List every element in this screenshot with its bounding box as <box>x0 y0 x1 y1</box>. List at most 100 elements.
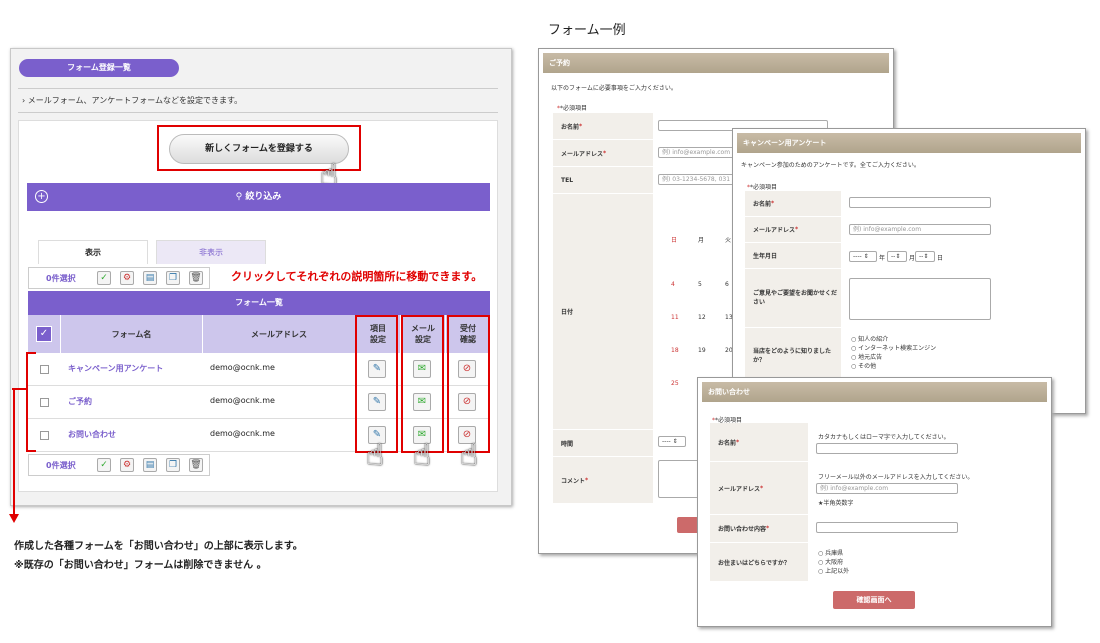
highlight-box <box>447 315 490 453</box>
pointing-hand-icon: ☝ <box>366 438 385 473</box>
panel-title-tab: フォーム登録一覧 <box>19 59 179 77</box>
check-icon[interactable]: ✓ <box>97 271 111 285</box>
year-unit: 年 <box>879 255 886 262</box>
row-checkbox[interactable] <box>40 365 49 374</box>
copy-icon[interactable]: ❐ <box>166 271 180 285</box>
reserve-time-select[interactable]: ---- ⇕ <box>658 436 686 447</box>
search-icon: ⚲ <box>235 192 243 202</box>
reserve-name-label: お名前 * <box>553 113 653 139</box>
cal-date[interactable]: 19 <box>698 347 706 354</box>
radio-option[interactable]: ○ 大阪府 <box>818 558 849 567</box>
option-label: 上記以外 <box>825 568 850 575</box>
radio-option[interactable]: ○ インターネット検索エンジン <box>851 344 936 353</box>
row-checkbox[interactable] <box>40 398 49 407</box>
reserve-required: **必須項目 <box>557 105 588 112</box>
reserve-email-input[interactable]: 例) info@example.com <box>658 147 738 158</box>
label-text: お問い合わせ内容 <box>718 526 767 533</box>
campaign-name-input[interactable] <box>849 197 991 208</box>
check-icon[interactable]: ✓ <box>97 458 111 472</box>
cal-date[interactable]: 11 <box>671 314 679 321</box>
divider <box>18 112 498 113</box>
panel-description-text: メールフォーム、アンケートフォームなどを設定できます。 <box>27 96 243 105</box>
selection-toolbar-bottom: 0件選択 ✓ ⚙ ▤ ❐ 🗑 <box>28 454 210 476</box>
row-checkbox[interactable] <box>40 431 49 440</box>
copy-icon[interactable]: ❐ <box>166 458 180 472</box>
settings-icon[interactable]: ⚙ <box>120 271 134 285</box>
cal-date[interactable]: 18 <box>671 347 679 354</box>
form-email: demo@ocnk.me <box>210 363 275 372</box>
campaign-form-window: キャンペーン用アンケート キャンペーン参加のためのアンケートです。全てご入力くだ… <box>732 128 1086 414</box>
select-all-checkbox[interactable]: ✓ <box>36 326 52 342</box>
contact-name-label: お名前 * <box>710 423 808 461</box>
trash-icon[interactable]: 🗑 <box>189 271 203 285</box>
option-label: 兵庫県 <box>825 550 844 557</box>
option-label: インターネット検索エンジン <box>858 345 937 352</box>
label-text: メールアドレス <box>718 485 761 493</box>
document-icon[interactable]: ▤ <box>143 271 157 285</box>
cal-date[interactable]: 25 <box>671 380 679 387</box>
filter-bar[interactable]: ⚲ 絞り込み <box>27 183 490 211</box>
label-text: コメント <box>561 477 586 485</box>
cal-date[interactable]: 12 <box>698 314 706 321</box>
radio-option[interactable]: ○ 兵庫県 <box>818 549 849 558</box>
reserve-tel-label: TEL <box>553 167 653 193</box>
contact-email-hint: フリーメール以外のメールアドレスを入力してください。 <box>818 474 974 481</box>
document-icon[interactable]: ▤ <box>143 458 157 472</box>
label-text: お名前 <box>561 123 580 131</box>
reserve-email-label: メールアドレス * <box>553 140 653 166</box>
form-name-link[interactable]: ご予約 <box>68 396 92 407</box>
col-form-name: フォーム名 <box>60 315 202 353</box>
tab-visible[interactable]: 表示 <box>38 240 148 264</box>
campaign-email-input[interactable]: 例) info@example.com <box>849 224 991 235</box>
trash-icon[interactable]: 🗑 <box>189 458 203 472</box>
contact-email-note: ★半角英数字 <box>818 500 854 507</box>
settings-icon[interactable]: ⚙ <box>120 458 134 472</box>
reserve-comment-label: コメント * <box>553 457 653 503</box>
radio-option[interactable]: ○ 上記以外 <box>818 567 849 576</box>
arrow-line <box>13 388 15 516</box>
cal-date[interactable]: 6 <box>725 281 729 288</box>
option-label: その他 <box>858 363 877 370</box>
radio-option[interactable]: ○ 知人の紹介 <box>851 335 936 344</box>
plus-icon[interactable]: + <box>35 190 48 203</box>
contact-content-input[interactable] <box>816 522 958 533</box>
callout-text: クリックしてそれぞれの説明箇所に移動できます。 <box>231 270 483 283</box>
form-name-link[interactable]: キャンペーン用アンケート <box>68 363 163 374</box>
contact-live-options: ○ 兵庫県 ○ 大阪府 ○ 上記以外 <box>818 549 849 576</box>
pointing-hand-icon: ☝ <box>460 438 479 473</box>
contact-content-label: お問い合わせ内容 * <box>710 515 808 542</box>
cal-day-mon: 月 <box>698 237 705 244</box>
cal-date[interactable]: 4 <box>671 281 675 288</box>
note-line-1: 作成した各種フォームを「お問い合わせ」の上部に表示します。 <box>14 541 303 552</box>
label-text: メールアドレス <box>753 227 796 234</box>
reserve-header: ご予約 <box>543 53 889 73</box>
contact-email-input[interactable]: 例) info@example.com <box>816 483 958 494</box>
select-value: ---- <box>662 438 671 445</box>
birth-month-select[interactable]: --⇕ <box>887 251 907 262</box>
radio-option[interactable]: ○ 地元広告 <box>851 353 936 362</box>
cal-date[interactable]: 5 <box>698 281 702 288</box>
examples-title: フォーム一例 <box>548 23 626 38</box>
contact-name-input[interactable] <box>816 443 958 454</box>
reserve-tel-input[interactable]: 例) 03-1234-5678, 031 <box>658 174 738 185</box>
reserve-time-label: 時間 <box>553 430 653 456</box>
birth-year-select[interactable]: ---- ⇕ <box>849 251 877 262</box>
option-label: 知人の紹介 <box>858 336 889 343</box>
tab-hidden[interactable]: 非表示 <box>156 240 266 264</box>
selected-count: 0件選択 <box>46 461 76 470</box>
campaign-email-label: メールアドレス * <box>745 217 841 242</box>
campaign-opinion-textarea[interactable] <box>849 278 991 320</box>
required-text: *必須項目 <box>750 184 778 191</box>
option-label: 地元広告 <box>858 354 883 361</box>
radio-option[interactable]: ○ その他 <box>851 362 936 371</box>
form-name-link[interactable]: お問い合わせ <box>68 429 116 440</box>
day-unit: 日 <box>937 255 944 262</box>
confirm-button[interactable]: 確認画面へ <box>833 591 915 609</box>
form-email: demo@ocnk.me <box>210 396 275 405</box>
select-value: ---- <box>853 253 862 260</box>
selection-toolbar-top: 0件選択 ✓ ⚙ ▤ ❐ 🗑 <box>28 267 210 289</box>
birth-day-select[interactable]: --⇕ <box>915 251 935 262</box>
note-line-2: ※既存の「お問い合わせ」フォームは削除できません 。 <box>14 560 267 571</box>
table-title: フォーム一覧 <box>28 291 490 315</box>
cal-day-tue: 火 <box>725 237 732 244</box>
